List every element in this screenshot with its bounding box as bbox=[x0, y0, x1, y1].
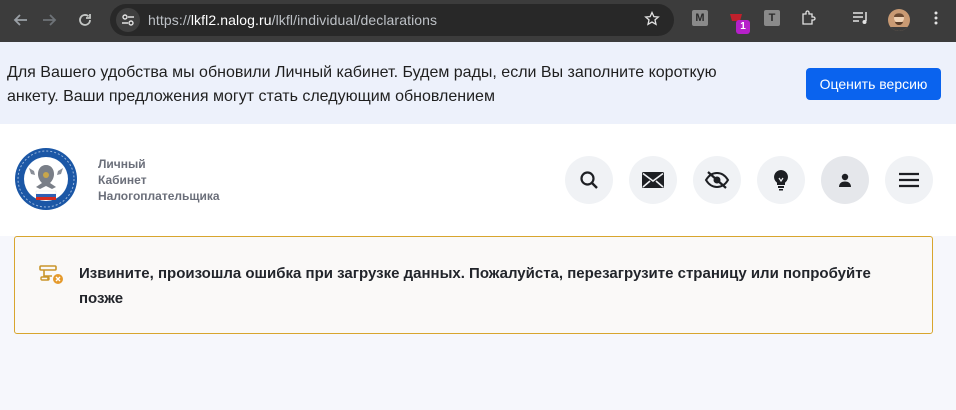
tips-button[interactable] bbox=[757, 156, 805, 204]
extensions-puzzle-icon[interactable] bbox=[800, 10, 816, 26]
logo-line-2: Кабинет bbox=[98, 173, 147, 187]
more-menu-icon[interactable] bbox=[928, 10, 944, 26]
search-button[interactable] bbox=[565, 156, 613, 204]
error-notification: Извините, произошла ошибка при загрузке … bbox=[14, 236, 933, 334]
site-header: Личный Кабинет Налогоплательщика bbox=[0, 124, 956, 236]
fns-logo[interactable] bbox=[14, 147, 78, 211]
media-controls-icon[interactable] bbox=[852, 10, 868, 26]
logo-line-3: Налогоплательщика bbox=[98, 189, 220, 203]
search-icon bbox=[580, 171, 598, 189]
profile-button[interactable] bbox=[821, 156, 869, 204]
url-text: https://lkfl2.nalog.ru/lkfl/individual/d… bbox=[148, 12, 437, 28]
reload-icon[interactable] bbox=[74, 9, 96, 31]
url-prefix: https:// bbox=[148, 12, 191, 28]
feedback-banner: Для Вашего удобства мы обновили Личный к… bbox=[0, 42, 956, 124]
address-bar[interactable]: https://lkfl2.nalog.ru/lkfl/individual/d… bbox=[110, 4, 674, 36]
back-icon[interactable] bbox=[10, 9, 32, 31]
forward-icon[interactable] bbox=[38, 9, 60, 31]
banner-message: Для Вашего удобства мы обновили Личный к… bbox=[7, 64, 717, 105]
logo-line-1: Личный bbox=[98, 157, 146, 171]
url-host: lkfl2.nalog.ru bbox=[190, 12, 272, 28]
visually-impaired-button[interactable] bbox=[693, 156, 741, 204]
main-menu-button[interactable] bbox=[885, 156, 933, 204]
extension-badge: 1 bbox=[736, 20, 750, 34]
user-icon bbox=[839, 173, 851, 187]
bookmark-star-icon[interactable] bbox=[644, 10, 660, 32]
menu-icon bbox=[899, 172, 919, 188]
lightbulb-icon bbox=[774, 170, 788, 191]
logo-title: Личный Кабинет Налогоплательщика bbox=[98, 156, 220, 204]
site-settings-icon[interactable] bbox=[116, 8, 140, 32]
extension-m-icon[interactable]: M bbox=[692, 10, 708, 26]
url-path: /lkfl/individual/declarations bbox=[271, 12, 438, 28]
error-message: Извините, произошла ошибка при загрузке … bbox=[79, 265, 871, 307]
extension-t-icon[interactable]: T bbox=[764, 10, 780, 26]
browser-toolbar: https://lkfl2.nalog.ru/lkfl/individual/d… bbox=[0, 0, 956, 42]
profile-avatar[interactable] bbox=[888, 9, 910, 31]
messages-button[interactable] bbox=[629, 156, 677, 204]
mail-icon bbox=[642, 172, 664, 188]
rate-version-button[interactable]: Оценить версию bbox=[806, 68, 941, 100]
error-warning-icon bbox=[39, 263, 65, 285]
eye-off-icon bbox=[704, 171, 730, 189]
